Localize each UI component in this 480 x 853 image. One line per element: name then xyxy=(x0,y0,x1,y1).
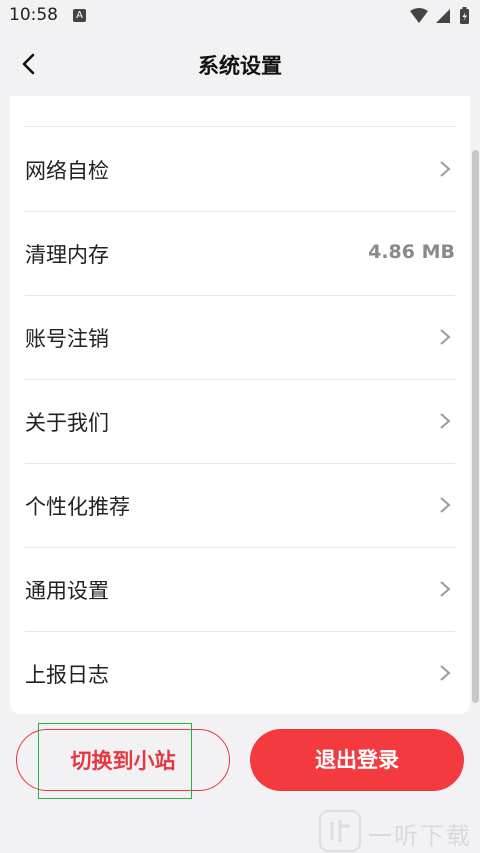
battery-icon xyxy=(460,7,469,24)
settings-row-general[interactable]: 通用设置 xyxy=(25,547,455,632)
settings-row-label: 关于我们 xyxy=(25,411,109,435)
settings-row-label: 通用设置 xyxy=(25,579,109,603)
chevron-right-icon xyxy=(440,413,451,429)
chevron-right-icon xyxy=(440,665,451,681)
status-time: 10:58 xyxy=(9,5,58,25)
status-icons xyxy=(410,7,469,24)
settings-row-about-us[interactable]: 关于我们 xyxy=(25,379,455,464)
settings-row-hidden xyxy=(25,96,455,127)
watermark-text: 一听下载 xyxy=(368,822,472,850)
settings-row-label: 账号注销 xyxy=(25,327,109,351)
page-title: 系统设置 xyxy=(198,54,282,78)
settings-row-label: 清理内存 xyxy=(25,243,109,267)
chevron-right-icon xyxy=(440,329,451,345)
settings-row-label: 个性化推荐 xyxy=(25,495,130,519)
chevron-right-icon xyxy=(440,497,451,513)
top-bar: 系统设置 xyxy=(0,32,480,96)
cache-size-value: 4.86 MB xyxy=(368,241,455,263)
signal-icon xyxy=(436,9,450,23)
scrollbar[interactable] xyxy=(472,150,479,703)
focus-highlight xyxy=(38,723,192,799)
chevron-right-icon xyxy=(440,161,451,177)
logout-button[interactable]: 退出登录 xyxy=(250,729,464,791)
settings-row-report-log[interactable]: 上报日志 xyxy=(25,631,455,714)
chevron-right-icon xyxy=(440,581,451,597)
settings-list: 网络自检 清理内存 4.86 MB 账号注销 关于我们 个性化推荐 通用设置 上… xyxy=(10,96,470,714)
wifi-icon xyxy=(410,8,428,23)
settings-row-network-check[interactable]: 网络自检 xyxy=(25,127,455,212)
settings-row-label: 网络自检 xyxy=(25,159,109,183)
settings-row-clear-cache[interactable]: 清理内存 4.86 MB xyxy=(25,211,455,296)
settings-row-personalized-recommend[interactable]: 个性化推荐 xyxy=(25,463,455,548)
status-bar: 10:58 A xyxy=(0,0,480,32)
settings-row-delete-account[interactable]: 账号注销 xyxy=(25,295,455,380)
settings-row-label: 上报日志 xyxy=(25,663,109,687)
notification-icon: A xyxy=(73,9,86,22)
watermark-logo-icon xyxy=(319,810,361,852)
watermark: 一听下载 xyxy=(318,808,480,853)
